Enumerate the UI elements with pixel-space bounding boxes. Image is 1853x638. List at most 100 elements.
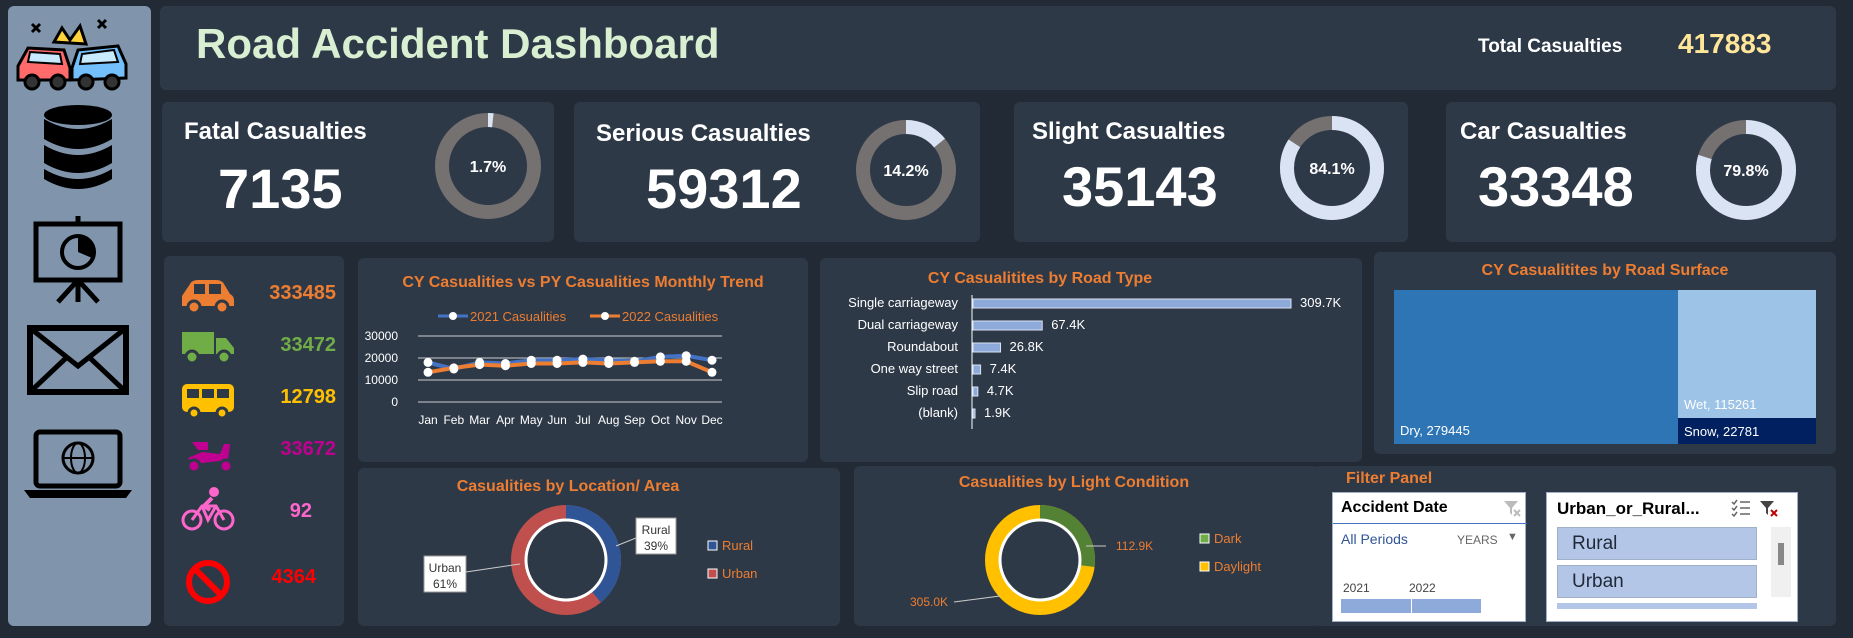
page-title: Road Accident Dashboard [196, 20, 720, 67]
legend-label: 2021 Casualities [470, 309, 567, 324]
legend-label: 2022 Casualities [622, 309, 719, 324]
bus-icon [182, 384, 234, 420]
treemap-label: Dry, 279445 [1400, 423, 1470, 438]
svg-text:39%: 39% [644, 539, 668, 553]
header-bar: Road Accident Dashboard Total Casualties… [160, 6, 1836, 90]
road-type-chart: CY Casualitites by Road Type Single carr… [820, 258, 1362, 462]
data-point [500, 361, 510, 371]
kpi-title: Serious Casualties [596, 120, 811, 147]
category-label: One way street [871, 361, 959, 376]
svg-text:Urban: Urban [722, 566, 757, 581]
x-tick-label: Aug [598, 413, 619, 427]
truck-icon [182, 332, 234, 365]
timeline-bar-2021[interactable] [1341, 599, 1411, 613]
legend-2022: 2022 Casualities [590, 309, 719, 324]
kpi-title: Car Casualties [1460, 118, 1627, 145]
urban-rural-slicer[interactable]: Urban_or_Rural... Rural Urban [1546, 492, 1798, 622]
total-casualties-value: 417883 [1678, 28, 1772, 59]
svg-text:Rural: Rural [722, 538, 753, 553]
data-label: 1.9K [984, 405, 1011, 420]
vehicle-value-bus: 12798 [280, 386, 336, 408]
category-label: Slip road [907, 383, 958, 398]
svg-text:Daylight: Daylight [1214, 559, 1261, 574]
no-entry-icon [186, 560, 230, 604]
x-tick-label: Jul [575, 413, 590, 427]
data-label: 309.7K [1300, 295, 1342, 310]
treemap-cell-wet[interactable]: Wet, 115261 [1678, 290, 1816, 418]
treemap-label: Snow, 22781 [1684, 424, 1760, 439]
svg-text:Rural: Rural [642, 523, 671, 537]
category-label: Single carriageway [848, 295, 958, 310]
x-tick-label: Jun [547, 413, 566, 427]
clear-filter-icon[interactable] [1503, 499, 1521, 517]
data-point [707, 355, 717, 365]
data-point [655, 356, 665, 366]
x-tick-label: Nov [676, 413, 697, 427]
y-tick-label: 30000 [365, 329, 399, 343]
road-surface-chart: CY Casualitites by Road Surface Dry, 279… [1374, 252, 1836, 454]
slicer-title: Urban_or_Rural... [1557, 499, 1700, 518]
y-tick-label: 20000 [365, 351, 399, 365]
data-label: 67.4K [1051, 317, 1085, 332]
x-tick-label: Oct [651, 413, 670, 427]
svg-text:Dark: Dark [1214, 531, 1242, 546]
treemap-cell-dry[interactable]: Dry, 279445 [1394, 290, 1678, 444]
svg-text:112.9K: 112.9K [1116, 539, 1153, 553]
trend-plot: 2021 Casualities 2022 Casualities 0 10000… [365, 309, 723, 427]
data-point [681, 356, 691, 366]
x-tick-label: Jan [418, 413, 437, 427]
treemap-cell-snow[interactable]: Snow, 22781 [1678, 418, 1816, 444]
road-type-plot: Single carriageway 309.7K Dual carriageway… [848, 295, 1342, 429]
data-point [604, 359, 614, 368]
kpi-ring: 79.8% [1696, 120, 1796, 220]
laptop-globe-icon[interactable] [22, 428, 134, 502]
slicer-item-rural[interactable]: Rural [1557, 527, 1757, 560]
scrollbar-thumb[interactable] [1778, 543, 1784, 565]
x-tick-label: Mar [469, 413, 490, 427]
bar [972, 320, 1043, 331]
scrollbar[interactable] [1771, 527, 1791, 597]
car-icon [182, 280, 234, 314]
chart-title: CY Casualitites by Road Surface [1481, 262, 1729, 279]
database-icon[interactable] [40, 103, 116, 193]
data-label: 7.4K [990, 361, 1017, 376]
mail-icon[interactable] [26, 324, 130, 396]
data-label: 4.7K [987, 383, 1014, 398]
vehicle-value-bicycle: 92 [289, 500, 312, 522]
total-casualties-label: Total Casualties [1478, 36, 1623, 57]
vehicle-value-other: 4364 [271, 566, 317, 588]
bar [972, 364, 982, 375]
location-donut: Rural 39% Urban 61% Rural Urban [423, 505, 757, 615]
kpi-card-fatal: Fatal Casualties 7135 1.7% [162, 102, 554, 242]
category-label: Roundabout [887, 339, 958, 354]
y-tick-label: 10000 [365, 373, 399, 387]
svg-text:Urban: Urban [429, 561, 462, 575]
data-point [423, 367, 433, 377]
kpi-value: 33348 [1478, 155, 1634, 218]
presentation-icon[interactable] [30, 214, 126, 304]
crash-logo-icon[interactable] [10, 16, 130, 96]
multi-select-icon[interactable] [1731, 499, 1751, 517]
scooter-icon [186, 442, 234, 474]
x-tick-label: May [520, 413, 543, 427]
category-label: Dual carriageway [858, 317, 959, 332]
slicer-item-urban[interactable]: Urban [1557, 565, 1757, 598]
chevron-down-icon[interactable]: ▼ [1507, 531, 1518, 543]
timeline-bar-2022[interactable] [1411, 599, 1481, 613]
period-value: All Periods [1341, 531, 1408, 547]
data-point [630, 357, 640, 367]
bar [972, 408, 976, 419]
year-label: 2022 [1409, 581, 1436, 595]
clear-filter-icon[interactable] [1759, 499, 1779, 517]
sidebar [8, 6, 151, 626]
kpi-card-car: Car Casualties 33348 79.8% [1446, 102, 1836, 242]
svg-text:61%: 61% [433, 577, 457, 591]
accident-date-slicer[interactable]: Accident Date All Periods YEARS ▼ 2021 2… [1332, 492, 1527, 622]
kpi-value: 7135 [218, 157, 343, 220]
y-tick-label: 0 [391, 395, 398, 409]
period-unit-dropdown[interactable]: YEARS [1457, 533, 1498, 547]
light-donut: 112.9K 305.0K Dark Daylight [910, 505, 1261, 615]
kpi-value: 35143 [1062, 155, 1218, 218]
kpi-pct: 84.1% [1309, 161, 1354, 178]
data-point [475, 360, 485, 370]
